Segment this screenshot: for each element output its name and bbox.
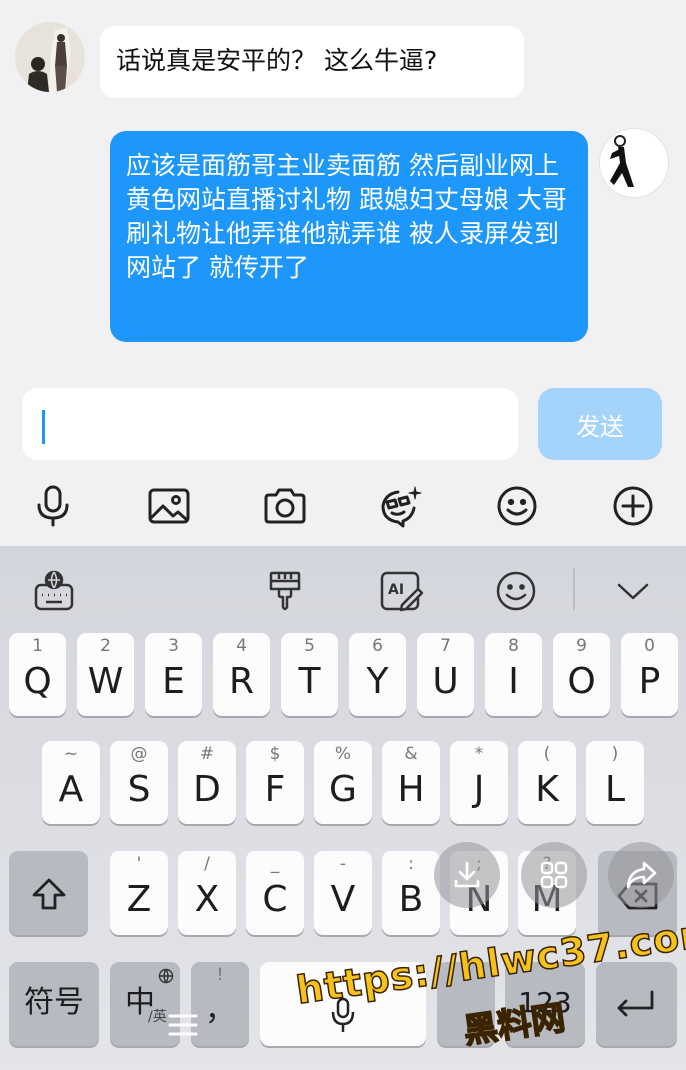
key-l[interactable]: ) L xyxy=(586,741,644,824)
emoji-icon[interactable] xyxy=(491,566,541,616)
watermark-name: 黑料网 xyxy=(460,997,568,1052)
plus-icon[interactable] xyxy=(603,476,663,536)
comma-key[interactable]: !， xyxy=(191,962,249,1046)
symbols-key[interactable]: 符号 xyxy=(9,962,99,1046)
contact-avatar[interactable] xyxy=(15,22,85,92)
key-y[interactable]: 6Y xyxy=(349,633,406,716)
outgoing-message[interactable]: 应该是面筋哥主业卖面筋 然后副业网上黄色网站直播讨礼物 跟媳妇丈母娘 大哥刷礼物… xyxy=(110,131,588,342)
key-g[interactable]: % G xyxy=(314,741,372,824)
menu-icon[interactable] xyxy=(168,1012,198,1038)
keyboard-globe-icon[interactable] xyxy=(29,566,79,616)
key-a[interactable]: ~ A xyxy=(42,741,100,824)
key-r[interactable]: 4R xyxy=(213,633,270,716)
key-o[interactable]: 9O xyxy=(553,633,610,716)
my-avatar[interactable] xyxy=(599,128,669,198)
chat-area: 话说真是安平的？ 这么牛逼? 应该是面筋哥主业卖面筋 然后副业网上黄色网站直播讨… xyxy=(0,0,686,378)
shift-key[interactable] xyxy=(9,851,88,935)
share-icon[interactable] xyxy=(608,842,674,908)
key-e[interactable]: 3E xyxy=(145,633,202,716)
key-p[interactable]: 0P xyxy=(621,633,678,716)
grid-apps-icon[interactable] xyxy=(521,842,587,908)
text-caret xyxy=(42,410,45,444)
image-icon[interactable] xyxy=(139,476,199,536)
key-v[interactable]: -V xyxy=(314,851,372,935)
chat-toolbar xyxy=(0,470,686,546)
incoming-message[interactable]: 话说真是安平的？ 这么牛逼? xyxy=(100,26,524,98)
key-s[interactable]: @ S xyxy=(110,741,168,824)
key-c[interactable]: _ C xyxy=(246,851,304,935)
toolbar-divider xyxy=(573,568,575,610)
shift-arrow-icon xyxy=(32,878,66,910)
brush-icon[interactable] xyxy=(260,566,310,616)
key-i[interactable]: 8I xyxy=(485,633,542,716)
message-input-bar: 发送 xyxy=(0,378,686,470)
key-k[interactable]: (K xyxy=(518,741,576,824)
key-u[interactable]: 7U xyxy=(417,633,474,716)
ai-write-icon[interactable]: AI xyxy=(376,566,426,616)
key-t[interactable]: 5T xyxy=(281,633,338,716)
key-j[interactable]: * J xyxy=(450,741,508,824)
emoji-icon[interactable] xyxy=(487,476,547,536)
chevron-down-icon[interactable] xyxy=(608,566,658,616)
keyboard-toolbar: AI xyxy=(0,546,686,632)
camera-icon[interactable] xyxy=(255,476,315,536)
key-x[interactable]: / X xyxy=(178,851,236,935)
key-d[interactable]: # D xyxy=(178,741,236,824)
key-f[interactable]: $ F xyxy=(246,741,304,824)
key-h[interactable]: & H xyxy=(382,741,440,824)
message-input[interactable] xyxy=(22,388,518,460)
microphone-icon[interactable] xyxy=(23,476,83,536)
key-z[interactable]: ' Z xyxy=(110,851,168,935)
key-q[interactable]: 1Q xyxy=(9,633,66,716)
sticker-icon[interactable] xyxy=(370,476,430,536)
svg-text:AI: AI xyxy=(388,582,404,598)
download-icon[interactable] xyxy=(434,842,500,908)
key-b[interactable]: :B xyxy=(382,851,440,935)
key-w[interactable]: 2W xyxy=(77,633,134,716)
send-button[interactable]: 发送 xyxy=(538,388,662,460)
